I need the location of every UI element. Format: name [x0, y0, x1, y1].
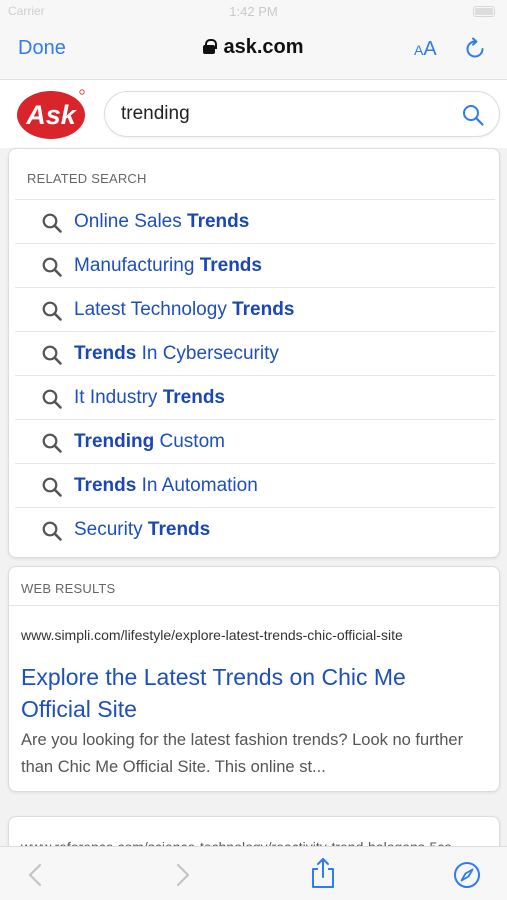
text-size-small-label: A	[414, 42, 424, 58]
lock-icon	[203, 39, 218, 54]
share-icon[interactable]	[309, 857, 337, 888]
url-text: ask.com	[223, 36, 304, 58]
related-search-item[interactable]: Manufacturing Trends	[15, 244, 495, 288]
label-highlight: Trends	[147, 519, 211, 540]
related-search-card: RELATED SEARCH Online Sales Trends Manufa…	[8, 148, 500, 558]
label-pre: Online Sales	[74, 211, 188, 232]
label-highlight: Trends	[162, 387, 226, 408]
search-icon	[41, 432, 63, 454]
related-search-item-label: Latest Technology Trends	[74, 299, 294, 321]
search-icon	[41, 476, 63, 498]
related-search-item[interactable]: Trending Custom	[15, 420, 495, 464]
label-pre: Latest Technology	[74, 299, 233, 320]
divider	[9, 605, 499, 606]
label-highlight: Trends	[187, 211, 250, 232]
label-highlight: Trends	[199, 255, 262, 276]
search-icon	[41, 212, 63, 234]
related-search-item-label: Online Sales Trends	[74, 211, 249, 233]
search-box	[104, 91, 500, 137]
related-search-item[interactable]: Security Trends	[15, 508, 495, 552]
result-url: www.simpli.com/lifestyle/explore-latest-…	[21, 627, 403, 643]
related-search-list: Online Sales Trends Manufacturing Trends L…	[15, 199, 495, 552]
web-results-card: WEB RESULTS www.simpli.com/lifestyle/exp…	[8, 566, 500, 792]
result-snippet: Are you looking for the latest fashion t…	[21, 731, 464, 776]
label-highlight: Trending	[74, 431, 155, 452]
related-search-item-label: Manufacturing Trends	[74, 255, 262, 277]
label-post: In Cybersecurity	[136, 343, 279, 364]
status-bar: Carrier 1:42 PM	[0, 0, 507, 24]
label-post: Custom	[154, 431, 225, 452]
search-input[interactable]	[121, 92, 451, 136]
compass-icon[interactable]	[453, 861, 481, 889]
result-title-link[interactable]: Explore the Latest Trends on Chic Me Off…	[21, 661, 481, 725]
browser-bottom-toolbar	[0, 846, 507, 900]
related-search-item[interactable]: Trends In Cybersecurity	[15, 332, 495, 376]
label-highlight: Trends	[74, 343, 137, 364]
label-post: In Automation	[136, 475, 258, 496]
forward-arrow-icon[interactable]	[168, 861, 196, 889]
label-pre: Manufacturing	[74, 255, 200, 276]
related-search-item-label: Trends In Automation	[74, 475, 258, 497]
search-icon	[41, 300, 63, 322]
related-search-item[interactable]: Online Sales Trends	[15, 200, 495, 244]
search-icon	[41, 388, 63, 410]
text-size-button[interactable]: AA	[414, 38, 437, 61]
ask-header: Ask	[0, 80, 507, 148]
text-size-large-label: A	[423, 38, 437, 60]
related-search-item[interactable]: It Industry Trends	[15, 376, 495, 420]
related-search-item[interactable]: Latest Technology Trends	[15, 288, 495, 332]
browser-top-bar: Done ask.com AA	[0, 24, 507, 80]
battery-icon	[473, 6, 495, 17]
label-pre: It Industry	[74, 387, 163, 408]
related-search-item-label: It Industry Trends	[74, 387, 225, 409]
search-icon	[41, 344, 63, 366]
ask-logo[interactable]: Ask	[16, 88, 86, 140]
search-icon	[41, 256, 63, 278]
related-search-item-label: Trending Custom	[74, 431, 225, 453]
web-results-label: WEB RESULTS	[21, 581, 116, 596]
logo-text: Ask	[25, 100, 78, 130]
back-arrow-icon[interactable]	[22, 861, 50, 889]
related-search-item-label: Security Trends	[74, 519, 210, 541]
status-time: 1:42 PM	[229, 4, 278, 19]
search-icon	[41, 520, 63, 542]
related-search-item-label: Trends In Cybersecurity	[74, 343, 279, 365]
reload-icon[interactable]	[463, 37, 487, 61]
related-search-item[interactable]: Trends In Automation	[15, 464, 495, 508]
search-icon[interactable]	[461, 103, 485, 127]
label-highlight: Trends	[232, 299, 295, 320]
label-pre: Security	[74, 519, 148, 540]
label-highlight: Trends	[74, 475, 137, 496]
related-search-label: RELATED SEARCH	[27, 171, 147, 186]
